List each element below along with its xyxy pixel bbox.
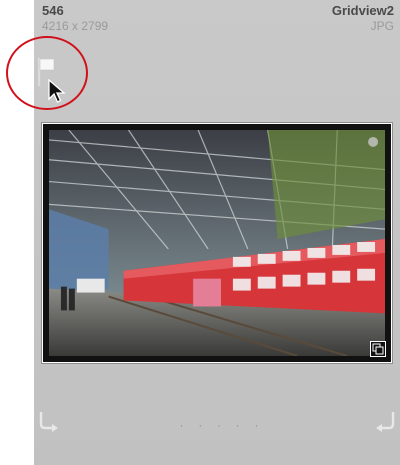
rotate-right-icon[interactable]: [371, 408, 397, 434]
file-type: JPG: [370, 19, 394, 33]
image-thumbnail[interactable]: [42, 123, 392, 363]
image-dimensions: 4216 x 2799: [42, 19, 109, 33]
file-name: Gridview2: [331, 3, 394, 18]
cell-index-number: 546: [42, 3, 64, 18]
rotate-left-icon[interactable]: [37, 408, 63, 434]
train-station-photo: [49, 130, 385, 356]
rating-dots[interactable]: · · · · ·: [167, 420, 277, 432]
grid-cell[interactable]: 546 4216 x 2799 Gridview2 JPG · · · · ·: [6, 0, 400, 465]
arrow-cursor-icon: [48, 79, 66, 103]
stack-badge-icon[interactable]: [370, 341, 386, 357]
